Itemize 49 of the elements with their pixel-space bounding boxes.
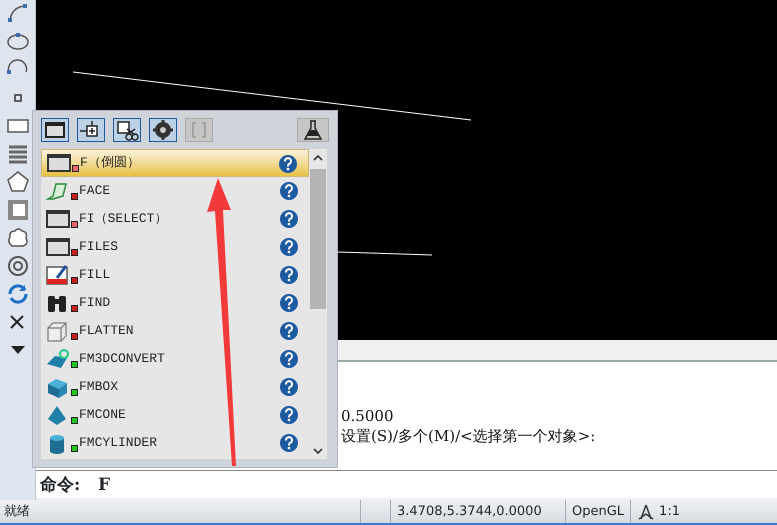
help-icon[interactable] bbox=[279, 209, 299, 229]
scrollbar[interactable] bbox=[309, 149, 327, 459]
help-icon[interactable] bbox=[278, 154, 298, 174]
window-icon bbox=[42, 119, 68, 141]
window-icon bbox=[45, 236, 71, 258]
fill-icon bbox=[45, 264, 71, 286]
help-icon[interactable] bbox=[279, 293, 299, 313]
command-prompt: 命令: bbox=[40, 475, 80, 495]
window-button[interactable] bbox=[41, 118, 69, 142]
scissors-button[interactable] bbox=[113, 118, 141, 142]
suggestion-item[interactable]: FMCONE bbox=[41, 401, 309, 429]
solid-icon bbox=[45, 348, 71, 370]
window-icon bbox=[45, 208, 71, 230]
help-icon[interactable] bbox=[279, 237, 299, 257]
renderer-text: OpenGL bbox=[565, 500, 630, 523]
suggestion-item[interactable]: FM3DCONVERT bbox=[41, 345, 309, 373]
history-line: 0.5000 bbox=[341, 406, 394, 426]
status-text: 就绪 bbox=[3, 503, 31, 521]
drawn-line[interactable] bbox=[72, 72, 472, 120]
cloud-icon[interactable] bbox=[6, 226, 30, 250]
polygon-icon[interactable] bbox=[6, 170, 30, 194]
insert-block-button[interactable] bbox=[77, 118, 105, 142]
annotation-scale-icon[interactable] bbox=[637, 502, 656, 520]
help-icon[interactable] bbox=[279, 265, 299, 285]
hatch-icon[interactable] bbox=[6, 198, 30, 222]
help-icon[interactable] bbox=[279, 321, 299, 341]
coordinates-text: 3.4708,5.3744,0.0000 bbox=[390, 500, 565, 523]
help-icon[interactable] bbox=[279, 377, 299, 397]
sync-icon[interactable] bbox=[6, 282, 30, 306]
suggestion-item[interactable]: F（倒圆） bbox=[41, 149, 309, 177]
window-icon bbox=[46, 152, 72, 174]
scale-text: 1:1 bbox=[659, 503, 680, 521]
flask-icon bbox=[302, 119, 324, 141]
suggestion-item[interactable]: FLATTEN bbox=[41, 317, 309, 345]
donut-icon[interactable] bbox=[6, 254, 30, 278]
command-text: F bbox=[98, 475, 110, 495]
command-input[interactable]: 命令: F bbox=[36, 470, 777, 498]
suggestion-item[interactable]: FACE bbox=[41, 177, 309, 205]
help-icon[interactable] bbox=[279, 181, 299, 201]
flask-button[interactable] bbox=[297, 118, 329, 142]
suggestion-item[interactable]: FIND bbox=[41, 289, 309, 317]
help-icon[interactable] bbox=[279, 433, 299, 453]
history-line: 设置(S)/多个(M)/<选择第一个对象>: bbox=[341, 426, 596, 446]
suggestion-item[interactable]: FMBOX bbox=[41, 373, 309, 401]
help-icon[interactable] bbox=[279, 349, 299, 369]
settings-icon bbox=[150, 119, 176, 141]
settings-button[interactable] bbox=[149, 118, 177, 142]
help-icon[interactable] bbox=[279, 405, 299, 425]
drawn-line[interactable] bbox=[338, 252, 432, 256]
